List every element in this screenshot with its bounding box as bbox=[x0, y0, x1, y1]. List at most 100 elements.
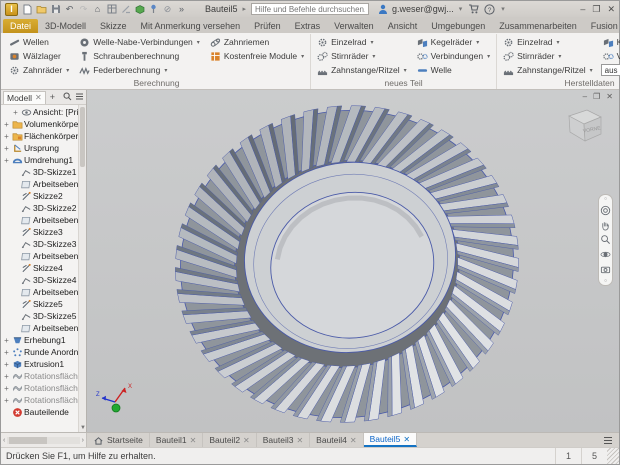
ribbon-tab-verwalten[interactable]: Verwalten bbox=[327, 19, 381, 33]
save-icon[interactable] bbox=[49, 3, 62, 15]
minimize-button[interactable]: – bbox=[580, 4, 585, 15]
close-button[interactable]: ✕ bbox=[607, 4, 615, 15]
zoom-icon[interactable] bbox=[600, 234, 611, 245]
ribbon-tab-prüfen[interactable]: Prüfen bbox=[247, 19, 288, 33]
tab-close-icon[interactable]: ✕ bbox=[403, 435, 410, 444]
tree-item-3d-skizze2[interactable]: 3D-Skizze2 bbox=[1, 202, 86, 214]
button-schraubenberechnung[interactable]: Schraubenberechnung bbox=[77, 49, 202, 63]
expander-icon[interactable]: + bbox=[3, 133, 10, 140]
browser-add-tab-button[interactable]: + bbox=[48, 92, 57, 102]
tree-item-arbeitsebene1[interactable]: Arbeitsebene1 bbox=[1, 178, 86, 190]
expander-icon[interactable]: + bbox=[3, 349, 10, 356]
bevel-gear-model[interactable] bbox=[87, 90, 619, 432]
sketch-icon[interactable] bbox=[119, 3, 132, 15]
look-at-icon[interactable] bbox=[600, 264, 611, 275]
ribbon-tab-ansicht[interactable]: Ansicht bbox=[381, 19, 425, 33]
tree-item-arbeitsebene2[interactable]: Arbeitsebene2 bbox=[1, 214, 86, 226]
browser-menu-icon[interactable] bbox=[75, 92, 84, 103]
hscroll-right-icon[interactable]: › bbox=[82, 437, 84, 444]
button-verbindungen[interactable]: Verbindungen▾ bbox=[415, 49, 492, 63]
tree-item-arbeitsebene5[interactable]: Arbeitsebene5 bbox=[1, 322, 86, 334]
tree-item-skizze3[interactable]: Skizze3 bbox=[1, 226, 86, 238]
navigation-wheel-icon[interactable] bbox=[600, 205, 611, 216]
expander-icon[interactable]: + bbox=[3, 373, 10, 380]
ribbon-tab-3d-modell[interactable]: 3D-Modell bbox=[38, 19, 93, 33]
redo-icon[interactable]: ↷ bbox=[77, 3, 90, 15]
view-cube[interactable]: VORNE bbox=[561, 100, 607, 148]
tree-horizontal-scrollbar[interactable]: ‹ › bbox=[1, 433, 87, 447]
tab-close-icon[interactable]: ✕ bbox=[243, 436, 250, 445]
tree-item-volumenkörper[interactable]: +Volumenkörper( bbox=[1, 118, 86, 130]
inventor-logo-icon[interactable]: I bbox=[5, 3, 18, 16]
tree-item-ansicht-primär[interactable]: +Ansicht: [Primär]^ bbox=[1, 106, 86, 118]
tree-item-ursprung[interactable]: +Ursprung bbox=[1, 142, 86, 154]
resize-grip[interactable] bbox=[607, 448, 619, 464]
button-einzelrad[interactable]: Einzelrad▾ bbox=[501, 35, 595, 49]
button-wälzlager[interactable]: Wälzlager bbox=[7, 49, 71, 63]
expander-icon[interactable]: + bbox=[3, 157, 10, 164]
tree-item-arbeitsebene4[interactable]: Arbeitsebene4 bbox=[1, 286, 86, 298]
button-stirnräder[interactable]: Stirnräder▾ bbox=[315, 49, 409, 63]
button-kostenfreie-module[interactable]: Kostenfreie Module▾ bbox=[208, 49, 306, 63]
expander-icon[interactable]: + bbox=[12, 109, 19, 116]
expander-icon[interactable]: + bbox=[3, 397, 10, 404]
views-icon[interactable] bbox=[105, 3, 118, 15]
tab-list-menu-icon[interactable] bbox=[597, 433, 619, 447]
new-file-icon[interactable] bbox=[21, 3, 34, 15]
tree-item-bauteilende[interactable]: Bauteilende bbox=[1, 406, 86, 418]
tab-close-icon[interactable]: ✕ bbox=[350, 436, 357, 445]
cart-icon[interactable] bbox=[467, 3, 480, 15]
tree-item-3d-skizze5[interactable]: 3D-Skizze5 bbox=[1, 310, 86, 322]
tree-item-rotationsfläche1[interactable]: +Rotationsfläche1 bbox=[1, 370, 86, 382]
button-federberechnung[interactable]: Federberechnung▾ bbox=[77, 63, 202, 77]
button-wellen[interactable]: Wellen bbox=[7, 35, 71, 49]
help-icon[interactable]: ? bbox=[483, 3, 496, 15]
hscroll-left-icon[interactable]: ‹ bbox=[3, 437, 5, 444]
tree-item-rotationsfläche3[interactable]: +Rotationsfläche3 bbox=[1, 394, 86, 406]
tree-item-erhebung1[interactable]: +Erhebung1 bbox=[1, 334, 86, 346]
expander-icon[interactable]: + bbox=[3, 361, 10, 368]
home-icon[interactable]: ⌂ bbox=[91, 3, 104, 15]
tree-item-3d-skizze3[interactable]: 3D-Skizze3 bbox=[1, 238, 86, 250]
title-flyout-icon[interactable]: ▸ bbox=[243, 5, 247, 13]
button-kegelräder[interactable]: Kegelräder▾ bbox=[415, 35, 492, 49]
browser-tab-modell[interactable]: Modell✕ bbox=[3, 91, 46, 104]
maximize-button[interactable]: ❐ bbox=[592, 4, 600, 15]
ribbon-tab-umgebungen[interactable]: Umgebungen bbox=[424, 19, 492, 33]
doc-tab-bauteil1[interactable]: Bauteil1✕ bbox=[150, 433, 203, 447]
ribbon-tab-extras[interactable]: Extras bbox=[288, 19, 328, 33]
tree-item-extrusion1[interactable]: +Extrusion1 bbox=[1, 358, 86, 370]
expander-icon[interactable]: + bbox=[3, 385, 10, 392]
tab-close-icon[interactable]: ✕ bbox=[296, 436, 303, 445]
navigation-bar[interactable]: ○ ○ bbox=[598, 194, 613, 286]
button-verbindungen[interactable]: Verbindungen▾ bbox=[601, 49, 620, 63]
tree-item-umdrehung1[interactable]: +Umdrehung1 bbox=[1, 154, 86, 166]
doc-tab-bauteil3[interactable]: Bauteil3✕ bbox=[257, 433, 310, 447]
orbit-icon[interactable] bbox=[600, 249, 611, 260]
ribbon-tab-zusammenarbeiten[interactable]: Zusammenarbeiten bbox=[492, 19, 584, 33]
material-icon[interactable] bbox=[133, 3, 146, 15]
button-welle[interactable]: Welle bbox=[415, 63, 492, 77]
tree-item-runde-anordnung[interactable]: +Runde Anordnung bbox=[1, 346, 86, 358]
tree-item-skizze2[interactable]: Skizze2 bbox=[1, 190, 86, 202]
no-entry-icon[interactable]: ⊘ bbox=[161, 3, 174, 15]
browser-search-icon[interactable] bbox=[63, 92, 72, 103]
tree-item-arbeitsebene3[interactable]: Arbeitsebene3 bbox=[1, 250, 86, 262]
open-icon[interactable] bbox=[35, 3, 48, 15]
expander-icon[interactable]: + bbox=[3, 145, 10, 152]
tree-vertical-scrollbar[interactable]: ▼ bbox=[78, 105, 86, 432]
ribbon-tab-datei[interactable]: Datei bbox=[3, 19, 38, 33]
ribbon-tab-skizze[interactable]: Skizze bbox=[93, 19, 134, 33]
button-zahnstange-ritzel[interactable]: Zahnstange/Ritzel▾ bbox=[501, 63, 595, 77]
button-zahnriemen[interactable]: Zahnriemen bbox=[208, 35, 306, 49]
doc-tab-bauteil4[interactable]: Bauteil4✕ bbox=[310, 433, 363, 447]
button-stirnräder[interactable]: Stirnräder▾ bbox=[501, 49, 595, 63]
ribbon-tab-fusion[interactable]: Fusion bbox=[584, 19, 620, 33]
imate-icon[interactable] bbox=[147, 3, 160, 15]
doc-tab-startseite[interactable]: Startseite bbox=[87, 433, 150, 447]
button-einzelrad[interactable]: Einzelrad▾ bbox=[315, 35, 409, 49]
doc-tab-bauteil5[interactable]: Bauteil5✕ bbox=[364, 433, 417, 447]
doc-tab-bauteil2[interactable]: Bauteil2✕ bbox=[203, 433, 256, 447]
help-search-input[interactable] bbox=[251, 3, 369, 15]
button-kegelräder[interactable]: Kegelräder▾ bbox=[601, 35, 620, 49]
